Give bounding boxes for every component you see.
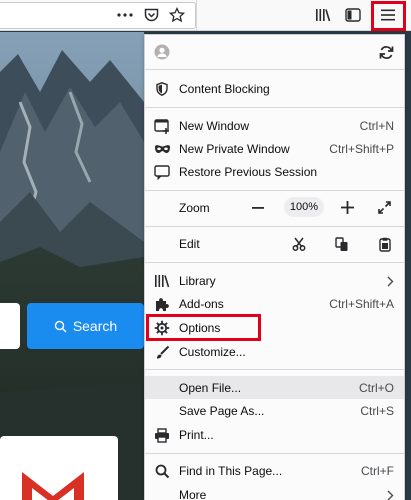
fullscreen-icon	[377, 201, 391, 214]
library-icon	[153, 272, 171, 290]
menu-item-content-blocking[interactable]: Content Blocking	[145, 77, 404, 100]
search-icon	[54, 320, 67, 332]
addons-shortcut: Ctrl+Shift+A	[329, 297, 394, 311]
more-horizontal-icon[interactable]	[114, 4, 136, 26]
menu-item-library[interactable]: Library	[145, 269, 404, 292]
customize-label: Customize...	[179, 345, 246, 359]
menu-item-more[interactable]: More	[145, 483, 404, 500]
search-button-label: Search	[72, 318, 118, 334]
zoom-reset-button[interactable]: 100%	[284, 197, 324, 217]
more-label: More	[179, 488, 207, 500]
minus-icon	[252, 206, 264, 209]
search-input[interactable]	[0, 303, 20, 349]
printer-icon	[153, 426, 171, 444]
menu-item-restore-session[interactable]: Restore Previous Session	[145, 160, 404, 183]
save-page-shortcut: Ctrl+S	[360, 404, 394, 418]
options-highlight-box	[146, 314, 261, 341]
cut-icon[interactable]	[290, 235, 308, 253]
menu-item-save-page[interactable]: Save Page As... Ctrl+S	[145, 399, 404, 422]
fullscreen-button[interactable]	[375, 196, 393, 219]
browser-toolbar	[0, 0, 411, 31]
print-label: Print...	[179, 428, 214, 442]
new-window-icon	[153, 117, 171, 135]
search-icon	[153, 462, 171, 480]
paintbrush-icon	[153, 343, 171, 361]
library-icon[interactable]	[312, 4, 334, 26]
chevron-right-icon	[381, 486, 399, 500]
search-button[interactable]: Search	[27, 303, 144, 349]
puzzle-piece-icon	[153, 295, 171, 313]
addons-label: Add-ons	[179, 297, 224, 311]
menu-item-new-window[interactable]: New Window Ctrl+N	[145, 114, 404, 137]
sidebar-icon[interactable]	[342, 4, 364, 26]
open-file-label: Open File...	[179, 381, 242, 395]
sync-icon[interactable]	[377, 43, 395, 61]
star-icon[interactable]	[166, 4, 188, 26]
account-row[interactable]	[145, 39, 404, 65]
chevron-right-icon	[381, 272, 399, 290]
menu-item-zoom: Zoom 100%	[145, 196, 404, 219]
menu-item-print[interactable]: Print...	[145, 423, 404, 446]
app-menu-panel: Content Blocking New Window Ctrl+N New P…	[144, 34, 405, 500]
plus-icon	[340, 201, 354, 214]
menu-item-new-private-window[interactable]: New Private Window Ctrl+Shift+P	[145, 137, 404, 160]
menu-item-customize[interactable]: Customize...	[145, 340, 404, 363]
gmail-logo-icon	[22, 472, 84, 500]
open-file-shortcut: Ctrl+O	[358, 381, 394, 395]
zoom-label: Zoom	[179, 201, 210, 215]
menu-item-find-in-page[interactable]: Find in This Page... Ctrl+F	[145, 459, 404, 482]
menu-item-addons[interactable]: Add-ons Ctrl+Shift+A	[145, 292, 404, 315]
new-private-window-label: New Private Window	[179, 142, 290, 156]
menu-button-highlight	[371, 1, 406, 31]
shield-icon	[153, 80, 171, 98]
account-avatar-icon	[153, 43, 171, 61]
restore-session-icon	[153, 163, 171, 181]
content-blocking-label: Content Blocking	[179, 82, 270, 96]
restore-session-label: Restore Previous Session	[179, 165, 318, 179]
copy-icon[interactable]	[333, 235, 351, 253]
save-page-label: Save Page As...	[179, 404, 265, 418]
find-in-page-label: Find in This Page...	[179, 464, 283, 478]
paste-icon[interactable]	[376, 235, 394, 253]
find-in-page-shortcut: Ctrl+F	[361, 464, 394, 478]
pocket-icon[interactable]	[140, 4, 162, 26]
library-label: Library	[179, 274, 216, 288]
zoom-out-button[interactable]	[249, 196, 267, 219]
edit-label: Edit	[179, 237, 200, 251]
menu-item-open-file[interactable]: Open File... Ctrl+O	[145, 376, 404, 399]
gmail-top-site-tile[interactable]	[0, 436, 118, 500]
zoom-in-button[interactable]	[338, 196, 356, 219]
new-window-shortcut: Ctrl+N	[359, 119, 394, 133]
new-private-window-shortcut: Ctrl+Shift+P	[329, 142, 394, 156]
newtab-background: Search	[0, 32, 144, 500]
menu-item-edit: Edit	[145, 232, 404, 255]
private-mask-icon	[153, 140, 171, 158]
new-window-label: New Window	[179, 119, 250, 133]
